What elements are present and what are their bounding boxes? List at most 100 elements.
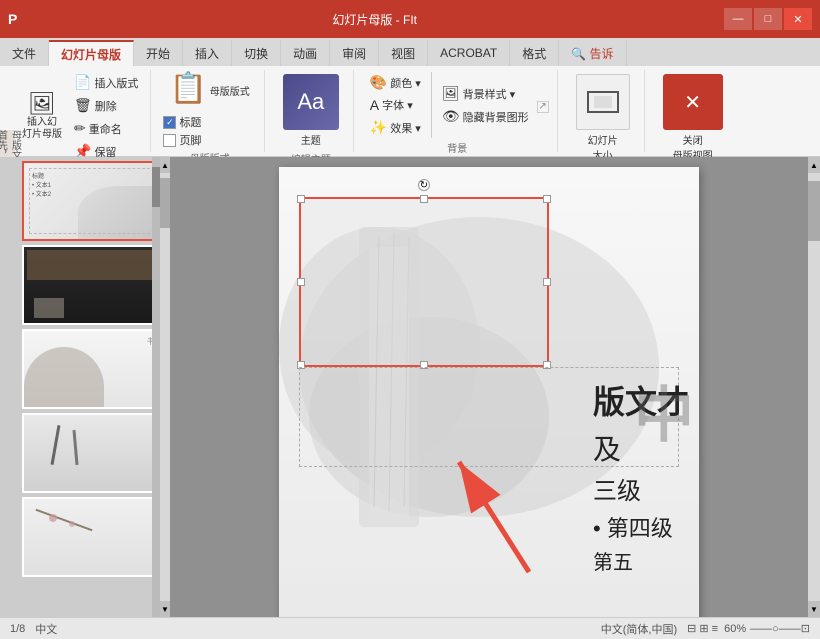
slide-3-fan [24, 347, 104, 407]
color-icon: 🎨 [370, 74, 387, 91]
slide-thumb-1[interactable]: 标题 • 文本1 • 文本2 [22, 161, 160, 241]
master-checkboxes: ✓ 标题 页脚 [163, 114, 201, 148]
slide-3-content: 书 [24, 331, 160, 407]
delete-label: 删除 [95, 98, 117, 114]
tab-start[interactable]: 开始 [134, 40, 183, 66]
selection-box[interactable]: ↻ [299, 197, 549, 367]
size-items: 幻灯片大小 [570, 72, 636, 164]
effect-button[interactable]: ✨ 效果 ▾ [366, 117, 425, 138]
tab-animation[interactable]: 动画 [281, 40, 330, 66]
slide-2-content [24, 247, 160, 323]
slide-size-button[interactable]: 幻灯片大小 [570, 72, 636, 164]
maximize-button[interactable]: □ [754, 8, 782, 30]
minimize-button[interactable]: — [724, 8, 752, 30]
slide-canvas: ↻ 版文才 及 三级 • 第四级 第五 中 [170, 157, 808, 617]
handle-ml[interactable] [297, 278, 305, 286]
title-check-icon: ✓ [163, 116, 176, 129]
close-items: ✕ 关闭母版视图 [657, 72, 729, 164]
theme-button[interactable]: Aa 主题 [277, 72, 345, 149]
v-scrollbar[interactable]: ▲ ▼ [160, 157, 170, 617]
canvas-v-scrollbar[interactable]: ▲ ▼ [808, 157, 820, 617]
footer-checkbox[interactable]: 页脚 [163, 132, 201, 148]
slide-count: 1/8 [10, 623, 25, 635]
title-bar: P 幻灯片母版 - FIt — □ ✕ [0, 0, 820, 38]
canvas-scroll-down[interactable]: ▼ [808, 601, 820, 617]
font-label: 字体 ▾ [382, 97, 413, 113]
title-bar-text: 幻灯片母版 - FIt [25, 11, 724, 28]
rotate-handle[interactable]: ↻ [418, 179, 430, 191]
handle-mr[interactable] [543, 278, 551, 286]
close-button[interactable]: ✕ [784, 8, 812, 30]
slide-size-icon [576, 74, 630, 130]
slide-thumb-1-container: 1 标题 • 文本1 • 文本2 [22, 161, 156, 241]
handle-tl[interactable] [297, 195, 305, 203]
slide-thumb-3-container: 书 [22, 329, 156, 409]
tab-acrobat[interactable]: ACROBAT [428, 40, 510, 66]
slide-2-building [34, 298, 64, 318]
tab-insert[interactable]: 插入 [183, 40, 232, 66]
canvas-scroll-track [808, 173, 820, 601]
scroll-up[interactable]: ▲ [160, 157, 170, 173]
ribbon: 文件 幻灯片母版 开始 插入 切换 动画 审阅 视图 ACROBAT 格式 🔍 … [0, 38, 820, 157]
insert-layout-button[interactable]: 📄 插入版式 [70, 72, 142, 93]
slide-thumb-5-container [22, 497, 156, 577]
tab-slide-master[interactable]: 幻灯片母版 [49, 40, 134, 66]
slide-panel: 1 标题 • 文本1 • 文本2 [0, 157, 160, 617]
group-size: 幻灯片大小 大小 [562, 70, 645, 152]
delete-button[interactable]: 🗑 删除 [70, 95, 142, 116]
title-controls: — □ ✕ [724, 8, 812, 30]
group-edit-master: 🖼 插入幻灯片母版 📄 插入版式 🗑 删除 ✏ 重命名 [8, 70, 151, 152]
font-button[interactable]: A 字体 ▾ [366, 95, 425, 115]
ribbon-content: 🖼 插入幻灯片母版 📄 插入版式 🗑 删除 ✏ 重命名 [0, 66, 820, 156]
group-master-layout: 📋 母版版式 ✓ 标题 页脚 母版版式 [155, 70, 264, 152]
group-close: ✕ 关闭母版视图 关闭 [649, 70, 737, 152]
canvas-scroll-thumb [808, 181, 820, 241]
slide-1-content: 标题 • 文本1 • 文本2 [24, 163, 160, 239]
app-logo: P [8, 11, 17, 27]
tab-search[interactable]: 🔍 告诉 [559, 40, 626, 66]
insert-slide-master-label: 插入幻灯片母版 [22, 117, 62, 141]
main-area: 首先，我们将订打母版文档，如图： 1 标题 • 文本1 • 文本2 [0, 157, 820, 617]
slide-4-stroke2 [72, 430, 78, 465]
hide-bg-button[interactable]: 👁 隐藏背景图形 [438, 106, 533, 127]
tab-review[interactable]: 审阅 [330, 40, 379, 66]
theme-icon: Aa [283, 74, 339, 130]
bg-expand-icon[interactable]: ↗ [537, 101, 549, 113]
handle-tm[interactable] [420, 195, 428, 203]
scroll-down[interactable]: ▼ [160, 601, 170, 617]
title-checkbox[interactable]: ✓ 标题 [163, 114, 201, 130]
tab-transition[interactable]: 切换 [232, 40, 281, 66]
bg-style-button[interactable]: 🖼 背景样式 ▾ [438, 83, 533, 104]
color-button[interactable]: 🎨 颜色 ▾ [366, 72, 425, 93]
slide-thumb-2[interactable] [22, 245, 160, 325]
chinese-watermark: 中 [634, 367, 694, 454]
zoom-fit[interactable]: ⊡ [801, 622, 810, 635]
insert-slide-master-button[interactable]: 🖼 插入幻灯片母版 [16, 91, 68, 143]
tab-format[interactable]: 格式 [510, 40, 559, 66]
slide-thumb-3[interactable]: 书 [22, 329, 160, 409]
slide-panel-scrollbar[interactable] [152, 157, 160, 617]
tab-file[interactable]: 文件 [0, 40, 49, 66]
status-bar: 1/8 中文 中文(简体,中国) ⊟ ⊞ ≡ 60% ——○—— ⊡ [0, 617, 820, 639]
slide-5-branch [35, 509, 92, 531]
theme-name: 中文 [35, 621, 57, 637]
close-master-view-button[interactable]: ✕ 关闭母版视图 [657, 72, 729, 164]
zoom-slider[interactable]: ——○—— [750, 623, 801, 635]
slide-thumb-5[interactable] [22, 497, 160, 577]
bg-expand: ↗ [537, 96, 549, 114]
handle-tr[interactable] [543, 195, 551, 203]
slide-thumb-4[interactable] [22, 413, 160, 493]
insert-slide-master-icon: 🖼 [28, 93, 56, 115]
effect-icon: ✨ [370, 119, 387, 136]
tab-view[interactable]: 视图 [379, 40, 428, 66]
theme-items: Aa 主题 [277, 72, 345, 149]
canvas-scroll-up[interactable]: ▲ [808, 157, 820, 173]
slide-5-blossom2 [69, 521, 75, 527]
master-layout-button[interactable]: 📋 母版版式 [163, 72, 255, 108]
rename-button[interactable]: ✏ 重命名 [70, 118, 142, 139]
master-layout-label: 母版版式 [210, 83, 250, 98]
theme-label: 主题 [301, 132, 321, 147]
slide-2-roof [27, 250, 157, 280]
hide-bg-label: 隐藏背景图形 [463, 109, 529, 125]
slide-4-stroke1 [51, 425, 61, 465]
